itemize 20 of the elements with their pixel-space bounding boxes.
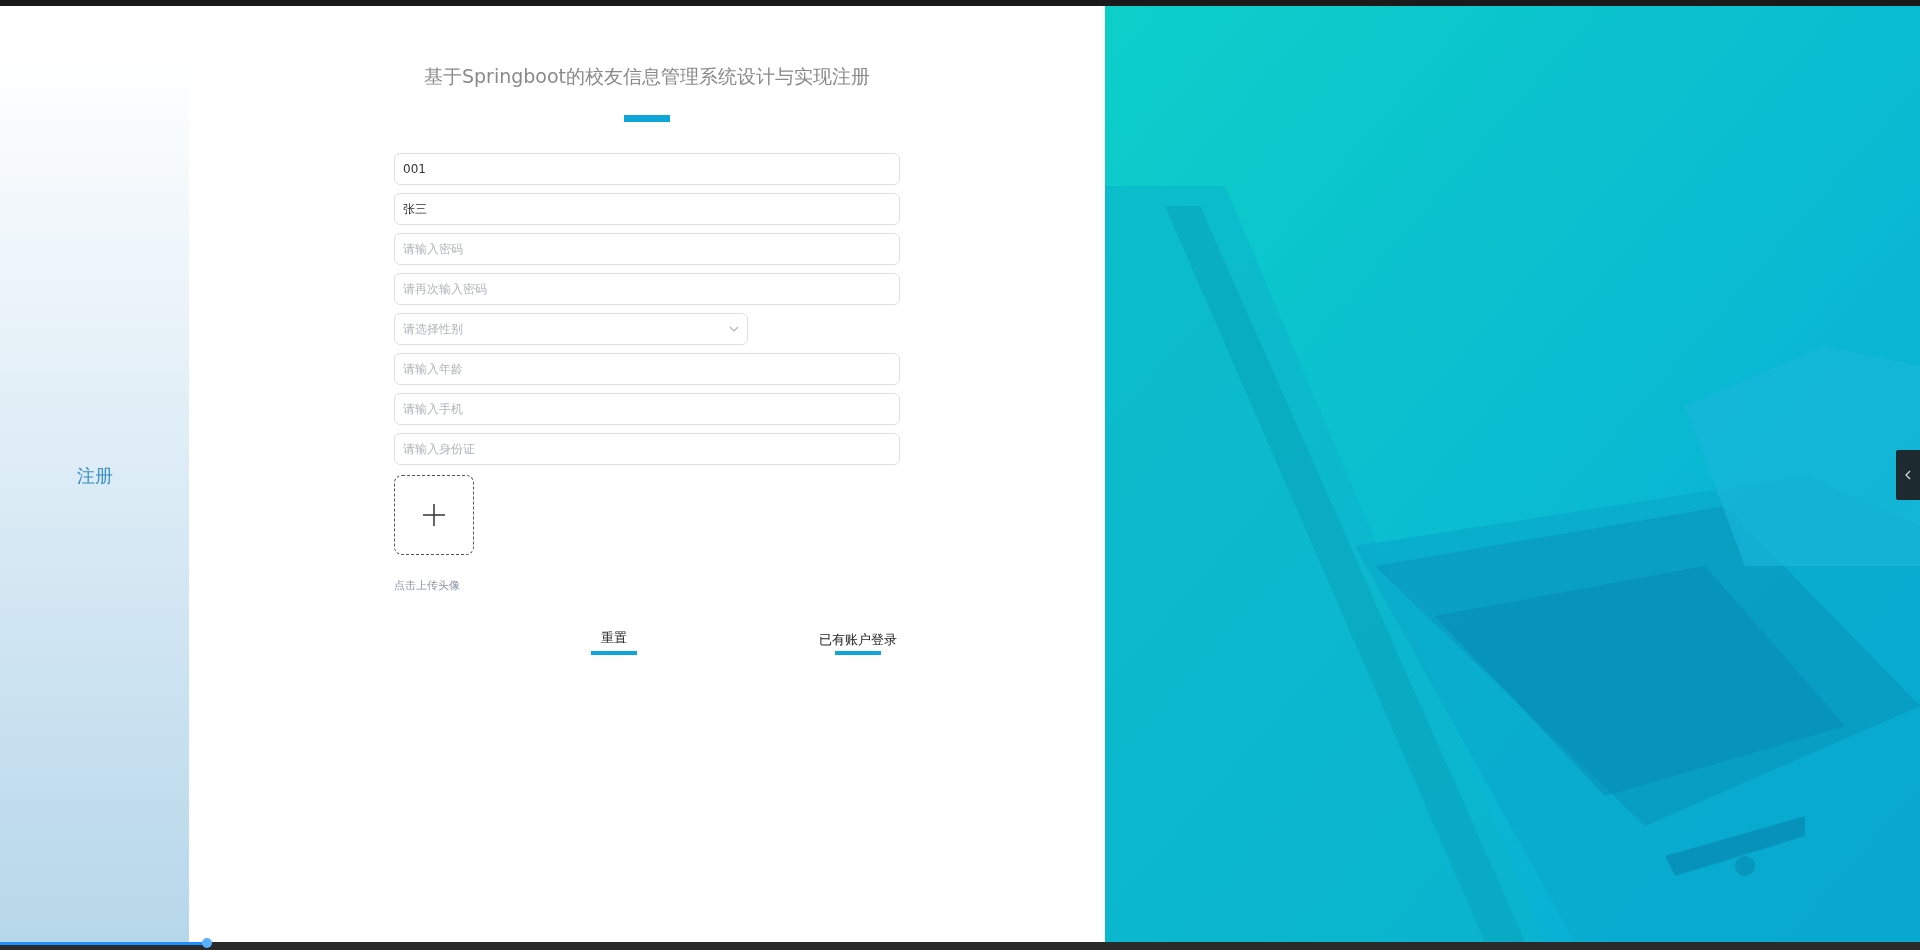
seek-handle[interactable] — [202, 938, 213, 948]
input-field[interactable]: 请输入年龄 — [394, 353, 900, 385]
plus-icon — [423, 504, 445, 526]
input-field[interactable]: 请再次输入密码 — [394, 273, 900, 305]
button-underline — [835, 651, 881, 655]
button-underline — [591, 651, 637, 655]
page-title: 基于Springboot的校友信息管理系统设计与实现注册 — [423, 64, 871, 89]
text-button[interactable]: 已有账户登录 — [819, 631, 897, 659]
input-field[interactable]: 001 — [394, 153, 900, 185]
chevron-down-icon — [729, 326, 739, 332]
input-field[interactable]: 请输入密码 — [394, 233, 900, 265]
text-button[interactable]: 重置 — [601, 629, 627, 657]
input-field[interactable]: 请输入手机 — [394, 393, 900, 425]
upload-hint: 点击上传头像 — [394, 578, 461, 593]
upload-box[interactable] — [394, 475, 474, 555]
input-field[interactable]: 张三 — [394, 193, 900, 225]
side-label: 注册 — [76, 464, 113, 488]
title-underline — [624, 115, 670, 122]
input-field[interactable]: 请输入身份证 — [394, 433, 900, 465]
chevron-left-icon — [1905, 470, 1911, 480]
